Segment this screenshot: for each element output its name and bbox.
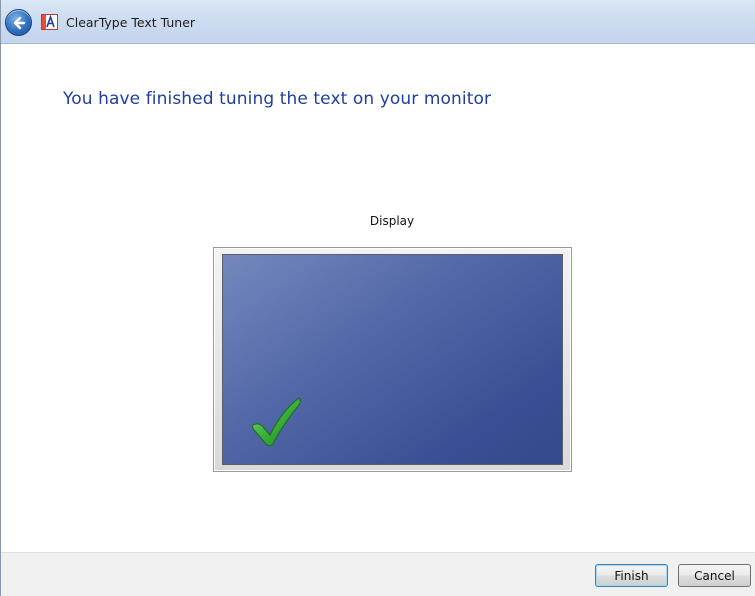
- cleartype-window: ClearType Text Tuner You have finished t…: [0, 0, 755, 596]
- monitor-frame: [213, 247, 572, 472]
- footer-bar: Finish Cancel: [1, 552, 755, 596]
- page-heading: You have finished tuning the text on you…: [63, 89, 492, 109]
- display-label: Display: [369, 214, 415, 228]
- checkmark-icon: [252, 397, 301, 446]
- window-title: ClearType Text Tuner: [66, 15, 196, 30]
- title-bar: ClearType Text Tuner: [1, 0, 755, 44]
- cancel-button[interactable]: Cancel: [678, 564, 751, 587]
- cleartype-app-icon: [41, 14, 58, 30]
- finish-button[interactable]: Finish: [595, 564, 668, 587]
- monitor-screen: [222, 254, 563, 465]
- back-arrow-icon: [13, 16, 25, 29]
- back-button[interactable]: [5, 9, 32, 36]
